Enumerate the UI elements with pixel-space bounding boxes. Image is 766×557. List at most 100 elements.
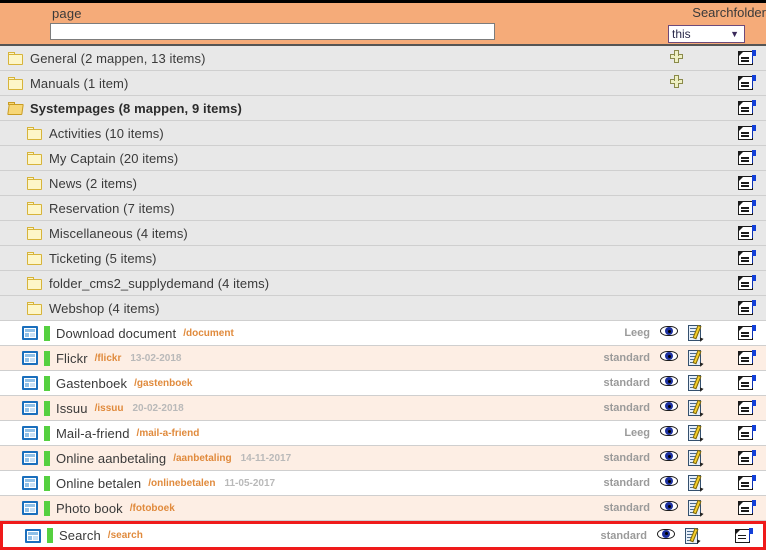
preview-eye-icon[interactable] [660, 475, 678, 491]
properties-icon[interactable] [738, 150, 756, 166]
row-title: Download document [56, 325, 177, 341]
page-row[interactable]: Mail-a-friend/mail-a-friend Leeg [0, 421, 766, 446]
preview-eye-icon[interactable] [660, 375, 678, 391]
row-template-status: standard [603, 377, 650, 389]
folder-row[interactable]: Reservation (7 items) [0, 196, 766, 221]
page-row[interactable]: Photo book/fotoboek standard [0, 496, 766, 521]
preview-eye-icon[interactable] [660, 400, 678, 416]
page-row[interactable]: Online aanbetaling/aanbetaling 14-11-2017… [0, 446, 766, 471]
page-icon [22, 326, 38, 340]
row-name-cell: My Captain (20 items) [0, 146, 766, 170]
page-icon [22, 376, 38, 390]
edit-pencil-icon[interactable] [688, 374, 706, 393]
row-name-cell: Webshop (4 items) [0, 296, 766, 320]
properties-icon[interactable] [735, 527, 753, 544]
folder-open-icon [7, 101, 24, 115]
row-title: Systempages (8 mappen, 9 items) [30, 100, 242, 116]
page-row[interactable]: Issuu/issuu 20-02-2018 standard [0, 396, 766, 421]
row-slug: /mail-a-friend [136, 427, 200, 439]
folder-row[interactable]: News (2 items) [0, 171, 766, 196]
preview-eye-icon[interactable] [660, 450, 678, 466]
page-row[interactable]: Online betalen/onlinebetalen 11-05-2017 st… [0, 471, 766, 496]
row-name-cell: Ticketing (5 items) [0, 246, 766, 270]
row-template-status: standard [603, 477, 650, 489]
add-icon[interactable] [670, 75, 688, 91]
edit-pencil-icon[interactable] [688, 474, 706, 493]
page-row[interactable]: Search/search standard [0, 521, 766, 550]
folder-row[interactable]: Miscellaneous (4 items) [0, 221, 766, 246]
publish-status-bar [47, 528, 53, 543]
edit-pencil-icon[interactable] [685, 527, 703, 545]
folder-row[interactable]: My Captain (20 items) [0, 146, 766, 171]
properties-icon[interactable] [738, 400, 756, 416]
page-row[interactable]: Flickr/flickr 13-02-2018 standard [0, 346, 766, 371]
edit-pencil-icon[interactable] [688, 349, 706, 368]
publish-status-bar [44, 425, 50, 441]
properties-icon[interactable] [738, 200, 756, 216]
properties-icon[interactable] [738, 475, 756, 491]
row-name-cell: Photo book/fotoboek [0, 496, 766, 520]
edit-pencil-icon[interactable] [688, 499, 706, 518]
searchfolder-label: Searchfolder [692, 5, 766, 20]
properties-icon[interactable] [738, 350, 756, 366]
row-slug: /gastenboek [134, 377, 193, 389]
preview-eye-icon[interactable] [660, 425, 678, 441]
folder-row[interactable]: Systempages (8 mappen, 9 items) [0, 96, 766, 121]
row-title: Reservation (7 items) [49, 200, 175, 216]
row-date: 20-02-2018 [132, 402, 184, 414]
properties-icon[interactable] [738, 50, 756, 66]
searchfolder-selected-value: this [672, 27, 691, 41]
row-name-cell: Online aanbetaling/aanbetaling 14-11-2017 [0, 446, 766, 470]
folder-row[interactable]: Webshop (4 items) [0, 296, 766, 321]
search-input[interactable] [50, 23, 495, 40]
edit-pencil-icon[interactable] [688, 424, 706, 443]
row-title: Online betalen [56, 475, 142, 491]
properties-icon[interactable] [738, 425, 756, 441]
preview-eye-icon[interactable] [657, 528, 675, 544]
properties-icon[interactable] [738, 125, 756, 141]
folder-row[interactable]: folder_cms2_supplydemand (4 items) [0, 271, 766, 296]
row-template-status: standard [603, 352, 650, 364]
properties-icon[interactable] [738, 375, 756, 391]
edit-pencil-icon[interactable] [688, 324, 706, 343]
folder-row[interactable]: General (2 mappen, 13 items) [0, 46, 766, 71]
properties-icon[interactable] [738, 450, 756, 466]
folder-closed-icon [27, 276, 42, 290]
row-template-status: standard [600, 529, 647, 542]
properties-icon[interactable] [738, 225, 756, 241]
page-icon [25, 528, 41, 543]
row-name-cell: Reservation (7 items) [0, 196, 766, 220]
preview-eye-icon[interactable] [660, 350, 678, 366]
row-slug: /flickr [94, 352, 122, 364]
properties-icon[interactable] [738, 325, 756, 341]
folder-closed-icon [27, 201, 42, 215]
properties-icon[interactable] [738, 275, 756, 291]
folder-closed-icon [8, 51, 23, 65]
properties-icon[interactable] [738, 500, 756, 516]
edit-pencil-icon[interactable] [688, 449, 706, 468]
properties-icon[interactable] [738, 175, 756, 191]
publish-status-bar [44, 400, 50, 416]
folder-row[interactable]: Activities (10 items) [0, 121, 766, 146]
properties-icon[interactable] [738, 75, 756, 91]
page-row[interactable]: Download document/document Leeg [0, 321, 766, 346]
row-title: Photo book [56, 500, 123, 516]
preview-eye-icon[interactable] [660, 500, 678, 516]
properties-icon[interactable] [738, 300, 756, 316]
publish-status-bar [44, 375, 50, 391]
folder-row[interactable]: Manuals (1 item) [0, 71, 766, 96]
folder-closed-icon [27, 251, 42, 265]
row-name-cell: Manuals (1 item) [0, 71, 766, 95]
folder-closed-icon [8, 76, 23, 90]
edit-pencil-icon[interactable] [688, 399, 706, 418]
publish-status-bar [44, 450, 50, 466]
folder-row[interactable]: Ticketing (5 items) [0, 246, 766, 271]
preview-eye-icon[interactable] [660, 325, 678, 341]
searchfolder-select[interactable]: this ▼ [668, 25, 745, 43]
add-icon[interactable] [670, 50, 688, 66]
properties-icon[interactable] [738, 250, 756, 266]
properties-icon[interactable] [738, 100, 756, 116]
row-title: Miscellaneous (4 items) [49, 225, 188, 241]
page-row[interactable]: Gastenboek/gastenboek standard [0, 371, 766, 396]
row-template-status: standard [603, 402, 650, 414]
